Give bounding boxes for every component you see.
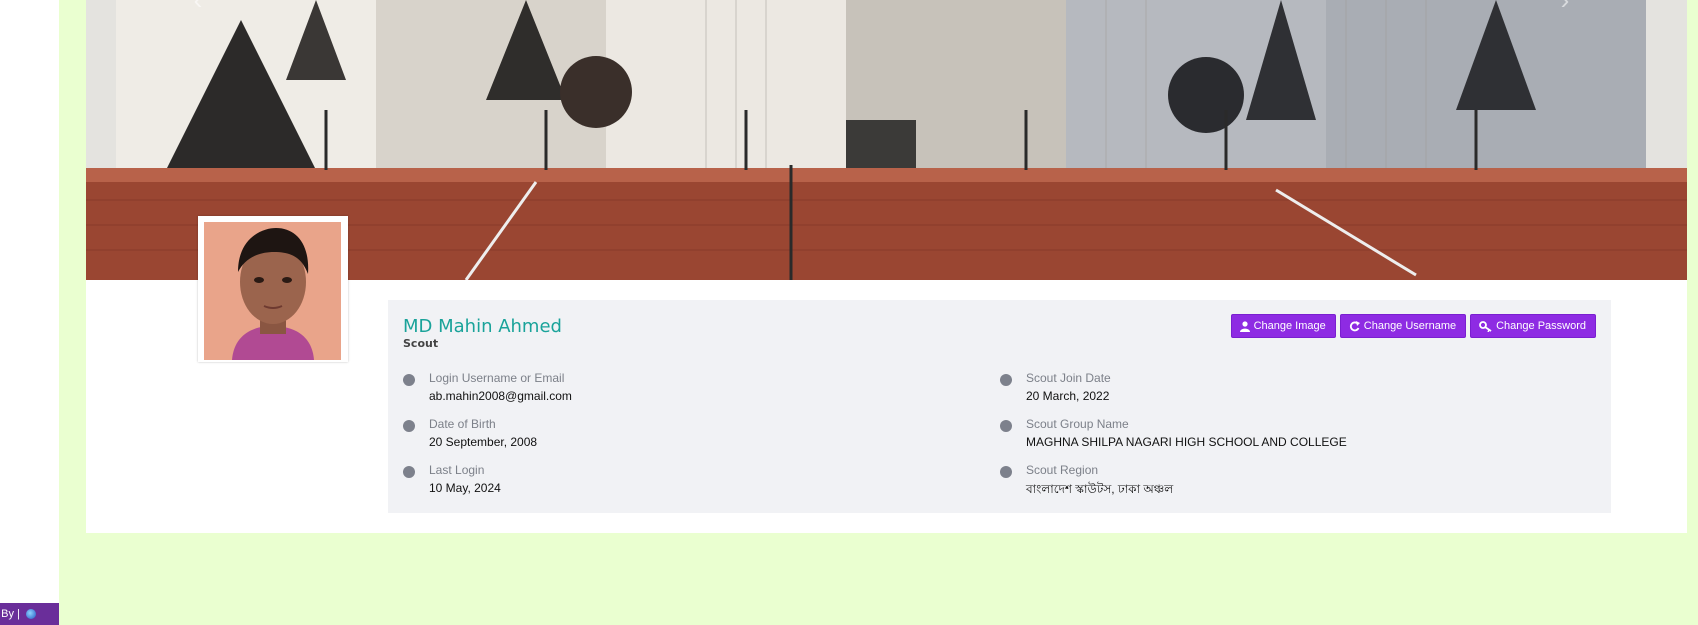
powered-by-badge[interactable]: d By |	[0, 603, 59, 625]
powered-by-text: d By |	[0, 608, 20, 620]
globe-icon	[1000, 420, 1012, 432]
join-date-value: 20 March, 2022	[1026, 389, 1110, 403]
dob-value: 20 September, 2008	[429, 435, 538, 449]
refresh-icon	[1349, 320, 1360, 331]
globe-icon	[1000, 466, 1012, 478]
carousel-next-icon[interactable]: ›	[1551, 0, 1579, 14]
user-icon	[1239, 320, 1250, 332]
circle-icon	[403, 374, 415, 386]
join-date-label: Scout Join Date	[1026, 371, 1111, 385]
region-label: Scout Region	[1026, 463, 1099, 477]
change-image-button[interactable]: Change Image	[1230, 314, 1336, 338]
carousel-prev-icon[interactable]: ‹	[184, 0, 212, 14]
group-name-label: Scout Group Name	[1026, 417, 1129, 431]
change-password-button[interactable]: Change Password	[1470, 314, 1596, 338]
circle-icon	[403, 466, 415, 478]
globe-icon	[1000, 374, 1012, 386]
profile-actions: Change Image Change Username Change Pass…	[1230, 314, 1596, 338]
change-password-label: Change Password	[1496, 320, 1586, 332]
last-login-label: Last Login	[429, 463, 485, 477]
change-image-label: Change Image	[1253, 320, 1326, 332]
left-rail: d By |	[0, 0, 59, 625]
profile-info-panel: MD Mahin Ahmed Scout Change Image Change…	[388, 300, 1611, 513]
change-username-button[interactable]: Change Username	[1339, 314, 1467, 338]
group-name-value: MAGHNA SHILPA NAGARI HIGH SCHOOL AND COL…	[1026, 435, 1347, 449]
circle-icon	[403, 420, 415, 432]
globe-logo-icon	[26, 609, 36, 620]
login-value: ab.mahin2008@gmail.com	[429, 389, 572, 403]
avatar[interactable]	[204, 222, 341, 360]
region-value: বাংলাদেশ স্কাউটস, ঢাকা অঞ্চল	[1026, 482, 1174, 496]
login-label: Login Username or Email	[429, 371, 565, 385]
dob-label: Date of Birth	[429, 417, 496, 431]
change-username-label: Change Username	[1363, 320, 1457, 332]
last-login-value: 10 May, 2024	[429, 481, 501, 495]
key-icon	[1479, 320, 1492, 332]
profile-name: MD Mahin Ahmed	[403, 316, 562, 337]
profile-role: Scout	[403, 337, 439, 350]
avatar-frame	[198, 216, 348, 362]
profile-card: ‹ › MD Mahin Ahmed Scout Change Image Ch…	[86, 0, 1687, 533]
